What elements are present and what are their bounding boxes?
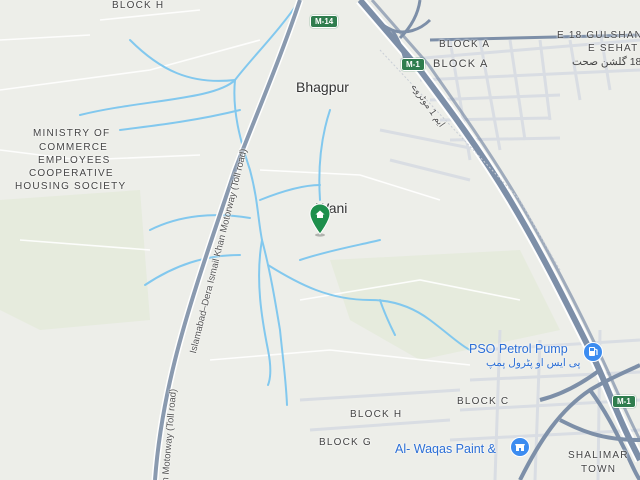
shield-m1-top: M-1 — [401, 58, 425, 71]
area-block-a-1[interactable]: BLOCK A — [439, 39, 490, 50]
map-pin-glyph — [309, 203, 331, 237]
shield-m1-bottom: M-1 — [612, 395, 636, 408]
area-block-a-2[interactable]: BLOCK A — [433, 58, 488, 70]
area-block-h-bottom[interactable]: BLOCK H — [350, 409, 402, 420]
store-icon[interactable] — [510, 437, 530, 457]
fuel-pump-icon[interactable] — [583, 342, 603, 362]
fuel-pump-glyph — [589, 347, 598, 356]
area-e18-line2[interactable]: E SEHAT — [588, 43, 638, 54]
area-e18-urdu: ای 18 گلشن صحت — [572, 56, 640, 68]
area-block-c[interactable]: BLOCK C — [457, 396, 509, 407]
area-ministry-line3[interactable]: EMPLOYEES — [38, 155, 111, 166]
map-pin-icon[interactable] — [309, 203, 331, 237]
area-e18-line1[interactable]: E 18 GULSHAN — [557, 30, 640, 41]
town-bhagpur[interactable]: Bhagpur — [296, 79, 349, 95]
area-ministry-line2[interactable]: COMMERCE — [39, 142, 108, 153]
area-shalimar-line2[interactable]: TOWN — [581, 464, 616, 475]
map-canvas — [0, 0, 640, 480]
map-view[interactable]: BLOCK H MINISTRY OF COMMERCE EMPLOYEES C… — [0, 0, 640, 480]
area-ministry-line5[interactable]: HOUSING SOCIETY — [15, 181, 126, 192]
area-ministry-line1[interactable]: MINISTRY OF — [33, 128, 110, 139]
area-block-g[interactable]: BLOCK G — [319, 437, 372, 448]
shield-m14: M-14 — [310, 15, 339, 28]
area-shalimar-line1[interactable]: SHALIMAR — [568, 450, 629, 461]
store-glyph — [515, 444, 525, 451]
poi-pso-urdu: پی ایس او پٹرول پمپ — [486, 357, 581, 369]
poi-alwaqas-name[interactable]: Al- Waqas Paint & — [395, 442, 496, 456]
poi-pso-name[interactable]: PSO Petrol Pump — [469, 342, 568, 356]
area-ministry-line4[interactable]: COOPERATIVE — [29, 168, 114, 179]
area-block-h-top[interactable]: BLOCK H — [112, 0, 164, 11]
